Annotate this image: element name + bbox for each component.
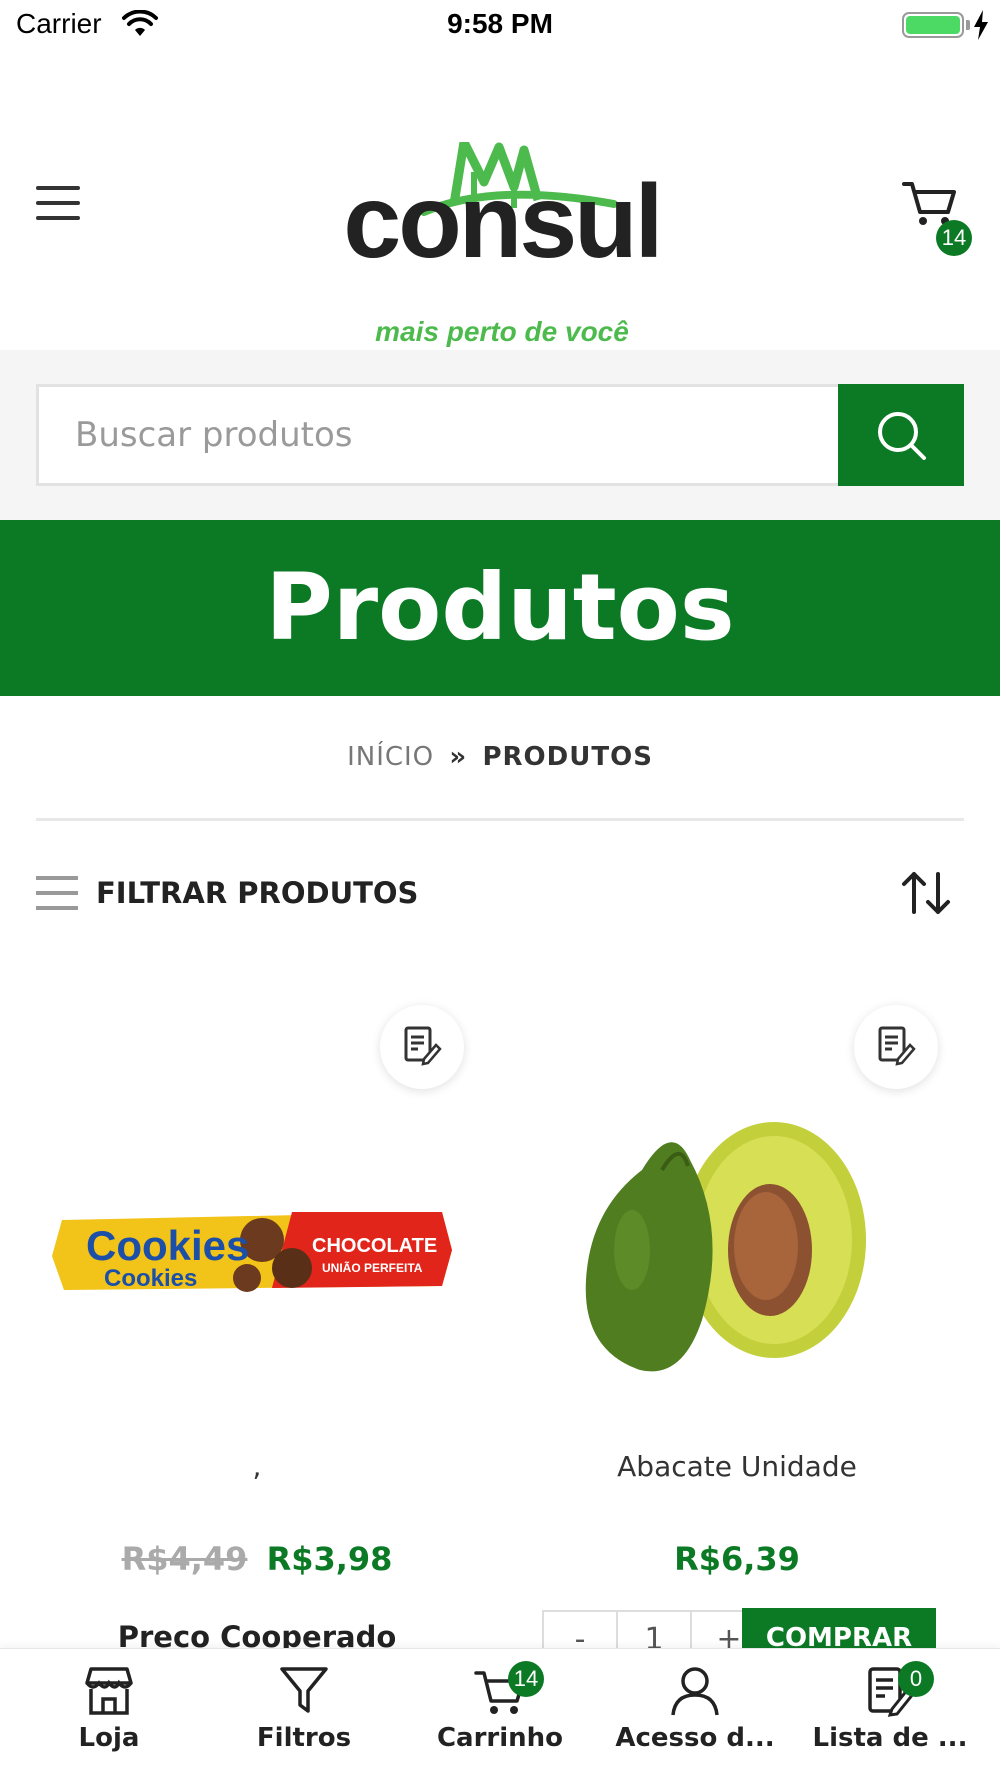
tab-label: Acesso d... bbox=[615, 1723, 775, 1753]
search-button[interactable] bbox=[838, 384, 964, 486]
divider bbox=[36, 818, 964, 821]
battery-icon bbox=[902, 12, 964, 38]
bottom-tab-bar: Loja Filtros Carrinho 14 Acesso d... Lis… bbox=[0, 1648, 1000, 1778]
add-to-list-button[interactable] bbox=[380, 1005, 464, 1089]
list-edit-icon bbox=[878, 1026, 916, 1066]
search-section bbox=[0, 350, 1000, 520]
tab-label: Filtros bbox=[256, 1723, 352, 1753]
product-name[interactable]: , bbox=[22, 1450, 492, 1483]
cookies-product-image[interactable]: Cookies Cookies CHOCOLATE UNIÃO PERFEITA bbox=[42, 1100, 472, 1400]
hamburger-menu-button[interactable] bbox=[36, 186, 80, 222]
breadcrumb: INÍCIO » PRODUTOS bbox=[0, 742, 1000, 772]
filter-products-button[interactable]: FILTRAR PRODUTOS bbox=[36, 868, 418, 918]
tab-label: Lista de ... bbox=[812, 1723, 968, 1753]
product-card: Cookies Cookies CHOCOLATE UNIÃO PERFEITA… bbox=[22, 990, 492, 1654]
search-icon bbox=[878, 412, 926, 460]
breadcrumb-current: PRODUTOS bbox=[482, 742, 653, 772]
clock: 9:58 PM bbox=[447, 8, 553, 39]
list-tab-badge: 0 bbox=[898, 1661, 934, 1697]
tab-label: Loja bbox=[78, 1723, 140, 1753]
user-icon bbox=[671, 1667, 719, 1716]
consul-logo[interactable]: consul mais perto de você bbox=[322, 90, 682, 347]
add-to-list-button[interactable] bbox=[854, 1005, 938, 1089]
logo-tagline: mais perto de você bbox=[375, 316, 629, 347]
tab-label: Carrinho bbox=[436, 1723, 564, 1753]
svg-text:CHOCOLATE: CHOCOLATE bbox=[312, 1235, 437, 1257]
filter-lines-icon bbox=[36, 876, 78, 910]
filter-icon bbox=[280, 1667, 328, 1713]
avocado-product-image[interactable] bbox=[522, 1100, 952, 1400]
product-price: R$3,98 bbox=[266, 1540, 393, 1578]
page-title-banner: Produtos bbox=[0, 520, 1000, 696]
product-name[interactable]: Abacate Unidade bbox=[502, 1450, 972, 1483]
price-row: R$6,39 bbox=[502, 1540, 972, 1578]
cart-tab-badge: 14 bbox=[508, 1661, 544, 1697]
svg-text:Cookies: Cookies bbox=[86, 1222, 249, 1269]
battery-cap bbox=[966, 20, 970, 30]
sort-icon[interactable] bbox=[898, 868, 954, 918]
filter-row: FILTRAR PRODUTOS bbox=[36, 868, 964, 918]
filter-products-label: FILTRAR PRODUTOS bbox=[96, 876, 419, 910]
tab-carrinho[interactable]: Carrinho 14 bbox=[410, 1661, 590, 1765]
breadcrumb-home-link[interactable]: INÍCIO bbox=[347, 742, 434, 772]
svg-text:UNIÃO PERFEITA: UNIÃO PERFEITA bbox=[322, 1260, 423, 1275]
product-price: R$6,39 bbox=[674, 1540, 800, 1578]
tab-loja[interactable]: Loja bbox=[19, 1665, 199, 1765]
store-icon bbox=[85, 1667, 133, 1715]
tab-filtros[interactable]: Filtros bbox=[214, 1665, 394, 1765]
charging-bolt-icon bbox=[974, 10, 988, 40]
old-price: R$4,49 bbox=[121, 1540, 248, 1578]
tab-lista[interactable]: Lista de ... 0 bbox=[800, 1661, 980, 1765]
breadcrumb-separator: » bbox=[449, 742, 468, 772]
header-cart-badge: 14 bbox=[936, 220, 972, 256]
tab-acesso[interactable]: Acesso d... bbox=[605, 1665, 785, 1765]
list-edit-icon bbox=[404, 1026, 442, 1066]
app-header: consul mais perto de você 14 bbox=[0, 50, 1000, 350]
product-card: Abacate Unidade R$6,39 - 1 + COMPRAR bbox=[502, 990, 972, 1672]
price-row: R$4,49 R$3,98 bbox=[22, 1540, 492, 1578]
logo-wordmark: consul bbox=[343, 164, 663, 280]
search-input[interactable] bbox=[36, 384, 838, 486]
status-bar: Carrier 9:58 PM bbox=[0, 0, 1000, 50]
svg-text:Cookies: Cookies bbox=[104, 1265, 197, 1292]
